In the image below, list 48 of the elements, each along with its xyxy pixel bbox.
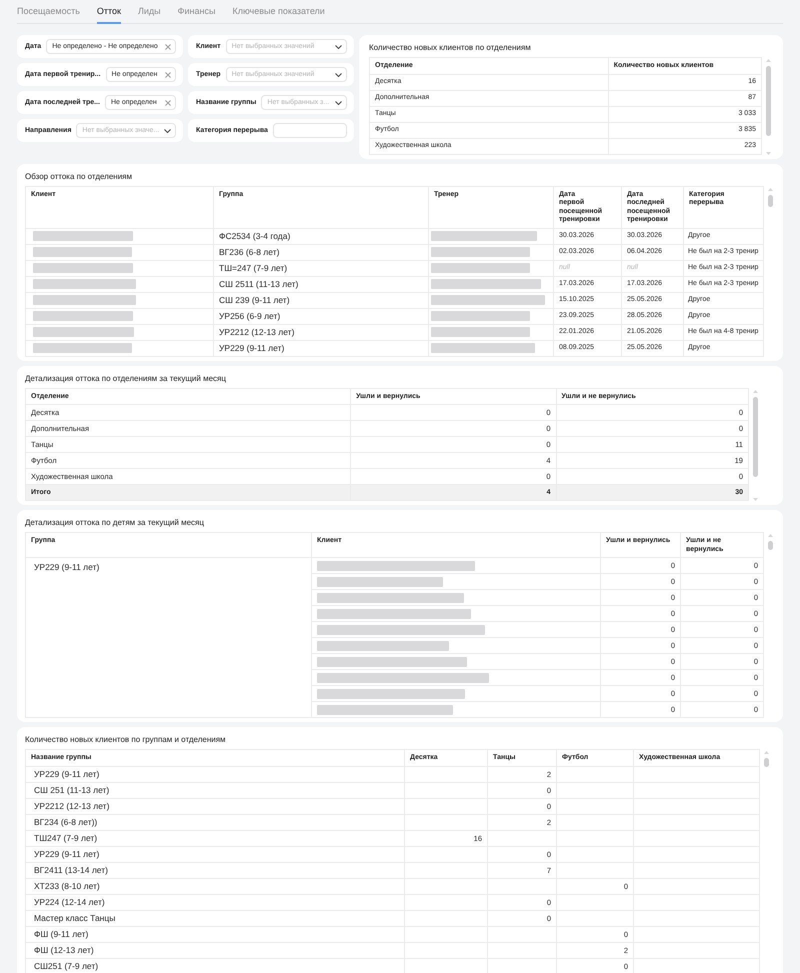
widget-title: Количество новых клиентов по группам и отделениям — [25, 735, 227, 745]
tab[interactable]: Отток — [96, 6, 121, 24]
widget-title: Обзор оттока по отделениям — [25, 172, 133, 182]
group-name: ФШ (9-11 лет) — [34, 928, 88, 940]
widget-title: Детализация оттока по детям за текущий месяц — [25, 518, 205, 528]
chevron-down-icon[interactable] — [335, 100, 342, 104]
group-name: СШ 239 (9-11 лет) — [219, 294, 290, 306]
group-name: УР256 (6-9 лет) — [219, 310, 280, 322]
scroll-up-icon[interactable] — [752, 390, 758, 392]
chevron-down-icon[interactable] — [335, 72, 342, 76]
widget-title: Детализация оттока по отделениям за текущий месяц — [25, 374, 227, 384]
group-name: СШ 2511 (11-13 лет) — [219, 278, 298, 290]
group-name: УР224 (12-14 лет) — [34, 896, 105, 908]
clear-icon[interactable] — [165, 72, 171, 78]
group-name: ТШ247 (7-9 лет) — [34, 832, 98, 844]
scroll-down-icon[interactable] — [752, 498, 758, 501]
scrollbar-thumb[interactable] — [768, 194, 772, 206]
group-name: ВГ234 (6-8 лет)) — [34, 816, 98, 828]
clear-icon[interactable] — [165, 100, 171, 106]
group-name: ВГ2411 (13-14 лет) — [34, 864, 108, 876]
scroll-up-icon[interactable] — [768, 534, 772, 537]
scrollbar-thumb[interactable] — [766, 66, 770, 136]
group-name: УР229 (9-11 лет) — [34, 848, 100, 860]
group-name: УР2212 (12-13 лет) — [219, 326, 294, 338]
scroll-up-icon[interactable] — [764, 751, 768, 754]
group-name: Мастер класс Танцы — [34, 912, 116, 924]
group-name: ВГ236 (6-8 лет) — [219, 246, 280, 258]
group-name: СШ 251 (11-13 лет) — [34, 784, 110, 796]
scroll-up-icon[interactable] — [766, 59, 770, 62]
group-name: ФШ (12-13 лет) — [34, 944, 94, 956]
chevron-down-icon[interactable] — [335, 44, 342, 48]
scrollbar-thumb[interactable] — [768, 541, 772, 550]
scroll-up-icon[interactable] — [768, 188, 772, 190]
scrollbar-thumb[interactable] — [752, 396, 758, 476]
group-name: ТШ=247 (7-9 лет) — [219, 262, 288, 274]
group-name: УР229 (9-11 лет) — [219, 342, 284, 354]
text-field[interactable] — [272, 123, 347, 138]
group-name: СШ251 (7-9 лет) — [34, 960, 98, 972]
group-name: УР2212 (12-13 лет) — [34, 800, 110, 812]
clear-icon[interactable] — [165, 44, 171, 50]
group-name: УР229 (9-11 лет) — [34, 768, 100, 780]
scroll-down-icon[interactable] — [766, 152, 770, 154]
widget-title: Количество новых клиентов по отделениям — [369, 43, 532, 53]
group-name: ХТ233 (8-10 лет) — [34, 880, 100, 892]
scrollbar-thumb[interactable] — [764, 758, 768, 767]
chevron-down-icon[interactable] — [164, 128, 171, 132]
group-name: УР229 (9-11 лет) — [34, 562, 100, 572]
group-name: ФС2534 (3-4 года) — [219, 230, 290, 242]
